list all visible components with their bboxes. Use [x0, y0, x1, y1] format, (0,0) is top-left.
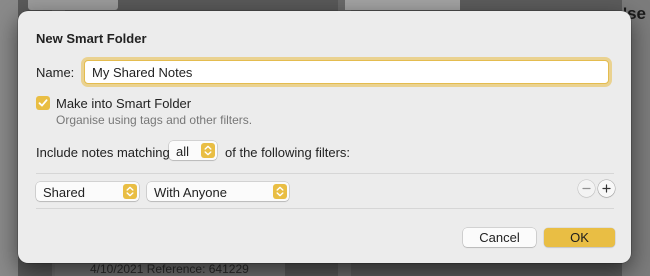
background-note-text: 4/10/2021 Reference: 641229 [90, 262, 249, 276]
name-label: Name: [36, 65, 75, 80]
divider [36, 173, 614, 174]
ok-button[interactable]: OK [544, 228, 615, 247]
chevron-updown-icon [123, 184, 137, 199]
smart-folder-description: Organise using tags and other filters. [56, 113, 253, 127]
divider [36, 208, 614, 209]
background-sidebar [0, 0, 18, 276]
minus-icon [582, 187, 591, 190]
cancel-button[interactable]: Cancel [463, 228, 536, 247]
checkmark-icon [38, 99, 48, 107]
match-prefix-text: Include notes matching [36, 145, 170, 160]
match-mode-value: all [176, 144, 190, 159]
filter-value-popup[interactable]: With Anyone [147, 182, 289, 201]
new-smart-folder-dialog: New Smart Folder Name: Make into Smart F… [18, 11, 631, 263]
smart-folder-checkbox-label[interactable]: Make into Smart Folder [56, 96, 191, 111]
dialog-title: New Smart Folder [36, 31, 147, 46]
filter-field-value: Shared [43, 185, 85, 200]
smart-folder-checkbox[interactable] [36, 96, 50, 110]
background-note-card [345, 0, 460, 10]
match-mode-popup[interactable]: all [169, 141, 217, 160]
filter-field-popup[interactable]: Shared [36, 182, 139, 201]
remove-filter-button[interactable] [578, 180, 595, 197]
plus-icon [602, 184, 611, 193]
filter-value-text: With Anyone [154, 185, 227, 200]
chevron-updown-icon [201, 143, 215, 158]
add-filter-button[interactable] [598, 180, 615, 197]
background-note-card [28, 0, 118, 10]
chevron-updown-icon [273, 184, 287, 199]
name-field[interactable] [85, 61, 608, 83]
match-suffix-text: of the following filters: [225, 145, 351, 160]
name-field-container [84, 60, 609, 84]
